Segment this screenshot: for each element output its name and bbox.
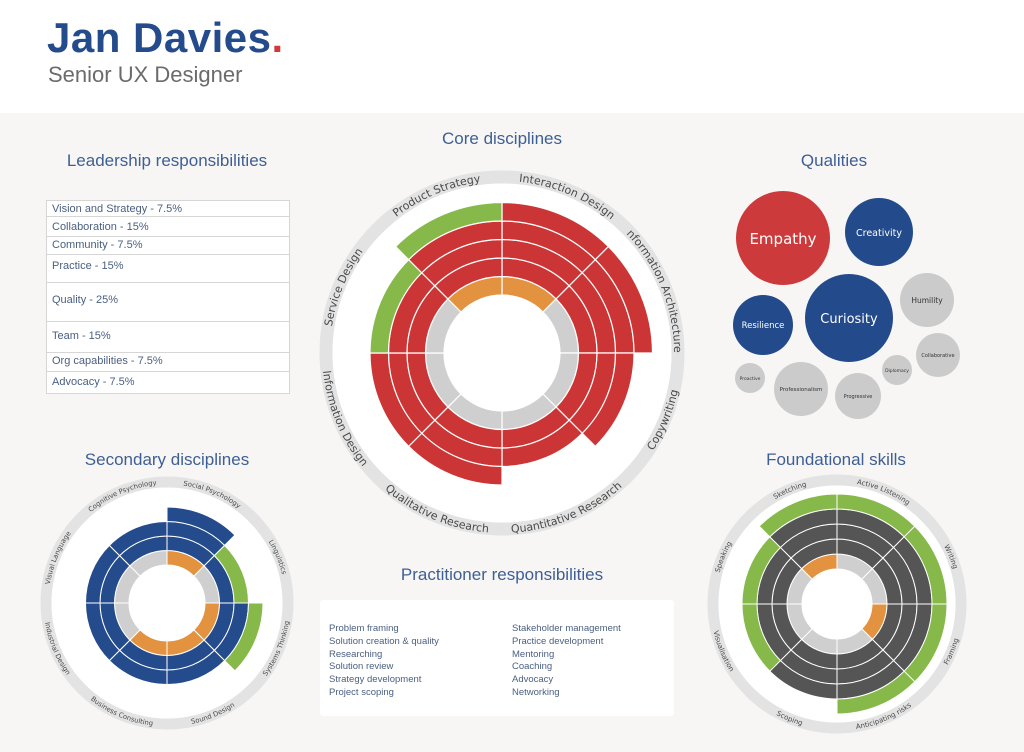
person-name: Jan Davies.	[47, 14, 284, 62]
quality-label: Diplomacy	[885, 368, 909, 374]
quality-bubble-diplomacy: Diplomacy	[882, 355, 912, 385]
quality-label: Curiosity	[820, 312, 878, 327]
name-text: Jan Davies	[47, 14, 272, 61]
practitioner-list-right: Stakeholder management Practice developm…	[512, 623, 621, 700]
practitioner-item: Mentoring	[512, 648, 555, 660]
leadership-row: Practice - 15%	[47, 255, 289, 283]
quality-label: Humility	[911, 296, 943, 305]
secondary-title: Secondary disciplines	[84, 450, 250, 469]
qualities-bubble-chart: Empathy Creativity Curiosity Resilience …	[733, 191, 960, 419]
foundational-title: Foundational skills	[766, 450, 906, 469]
practitioner-item: Networking	[512, 686, 560, 698]
practitioner-item: Practice development	[512, 635, 604, 647]
quality-label: Empathy	[749, 230, 816, 248]
quality-bubble-curiosity: Curiosity	[805, 274, 893, 362]
practitioner-title: Practitioner responsibilities	[400, 565, 604, 584]
leadership-row: Team - 15%	[47, 322, 289, 353]
quality-label: Proactive	[740, 376, 761, 382]
leadership-title: Leadership responsibilities	[66, 151, 268, 170]
leadership-row: Vision and Strategy - 7.5%	[47, 201, 289, 217]
foundational-skills-chart: Active ListeningWritingFramingAnticipati…	[707, 474, 967, 734]
leadership-row: Org capabilities - 7.5%	[47, 353, 289, 372]
core-title: Core disciplines	[442, 129, 562, 148]
practitioner-list-left: Problem framing Solution creation & qual…	[329, 623, 439, 700]
job-title: Senior UX Designer	[48, 62, 243, 87]
quality-label: Creativity	[856, 228, 902, 239]
practitioner-item: Stakeholder management	[512, 623, 621, 634]
quality-bubble-resilience: Resilience	[733, 295, 793, 355]
secondary-disciplines-chart: Social PsychologyLinguisticsSystems Thin…	[40, 476, 294, 730]
quality-bubble-collaborative: Collaborative	[916, 333, 960, 377]
practitioner-item: Researching	[329, 648, 383, 660]
practitioner-item: Strategy development	[329, 674, 422, 686]
quality-bubble-proactive: Proactive	[735, 363, 765, 393]
practitioner-item: Project scoping	[329, 686, 394, 698]
practitioner-item: Solution review	[329, 661, 394, 673]
quality-label: Resilience	[742, 321, 785, 331]
quality-label: Collaborative	[921, 353, 954, 359]
quality-bubble-empathy: Empathy	[736, 191, 830, 285]
leadership-row: Community - 7.5%	[47, 237, 289, 255]
leadership-table: Vision and Strategy - 7.5% Collaboration…	[46, 200, 290, 394]
practitioner-panel: Problem framing Solution creation & qual…	[320, 600, 674, 716]
qualities-title: Qualities	[800, 151, 868, 170]
practitioner-item: Advocacy	[512, 674, 554, 686]
name-dot: .	[271, 14, 284, 61]
practitioner-item: Solution creation & quality	[329, 635, 439, 647]
quality-label: Professionalism	[780, 387, 823, 393]
quality-bubble-creativity: Creativity	[845, 198, 913, 266]
practitioner-item: Problem framing	[329, 623, 399, 634]
leadership-row: Collaboration - 15%	[47, 217, 289, 237]
leadership-row: Quality - 25%	[47, 283, 289, 322]
header: Jan Davies. Senior UX Designer	[0, 0, 1024, 113]
quality-bubble-progressive: Progressive	[835, 373, 881, 419]
core-disciplines-chart: Interaction DesignInformation Architectu…	[317, 168, 685, 536]
quality-bubble-professionalism: Professionalism	[774, 362, 828, 416]
practitioner-item: Coaching	[512, 661, 553, 673]
leadership-row: Advocacy - 7.5%	[52, 376, 135, 388]
quality-bubble-humility: Humility	[900, 273, 954, 327]
quality-label: Progressive	[844, 394, 873, 400]
